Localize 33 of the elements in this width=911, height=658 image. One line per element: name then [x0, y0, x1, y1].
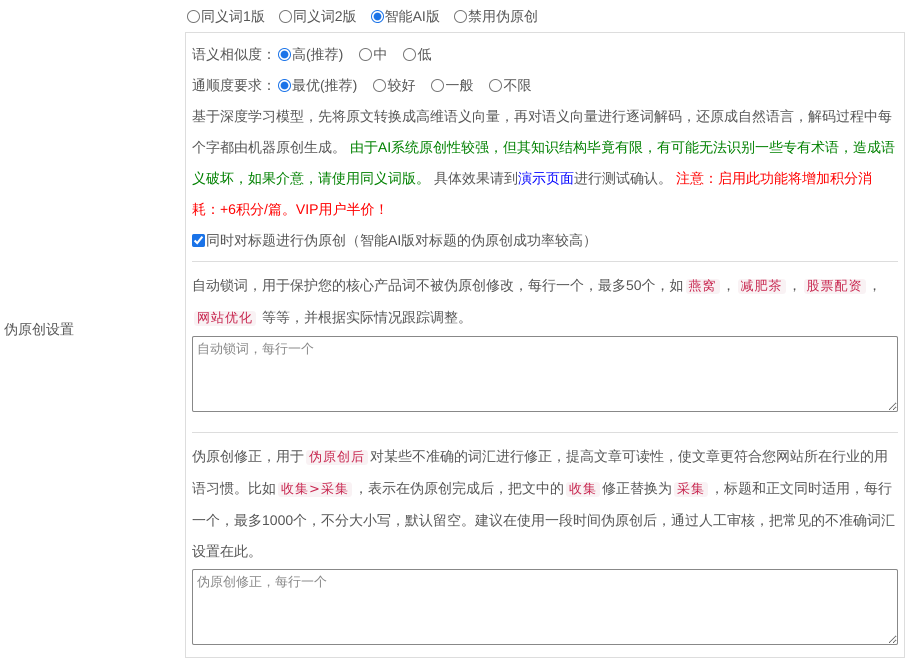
demo-page-link[interactable]: 演示页面 [518, 170, 574, 186]
corrections-description: 伪原创修正，用于 伪原创后 对某些不准确的词汇进行修正，提高文章可读性，使文章更符合您网站所在行业的用语习惯。比如 收集>采集 ，表示在伪原创完成后，把文中的 收集 修正替换为 采集 ，标题和正文同时适用，每行一个，最多1000个，不分大小写，默认留空。建议在使用一段时间伪原创后，通过人工审核，把常见的不准确词汇设置在此。 [192, 447, 896, 561]
radio-button[interactable] [373, 79, 386, 92]
section-label: 伪原创设置 [4, 320, 74, 338]
description-paragraph: 基于深度学习模型，先将原文转换成高维语义向量，再对语义向量进行逐词解码，还原成自然语言，解码过程中每个字都由机器原创生成。 由于AI系统原创性较强，但其知识结构毕竟有限，有可能无法识别一些专有术语，造成语义破坏，如果介意，请使用同义词版。 具体效果请到演示页面进行测试确认。 注意：启用此功能将增加积分消耗：+6积分/篇。VIP用户半价！ [192, 107, 896, 219]
mode-option[interactable]: 智能AI版 [370, 6, 440, 26]
mode-option[interactable]: 同义词1版 [187, 6, 265, 26]
radio-button[interactable] [431, 79, 444, 92]
corrections-field[interactable]: 伪原创修正，每行一个 [192, 569, 898, 645]
radio-button[interactable] [278, 79, 291, 92]
setting-option[interactable]: 较好 [373, 75, 416, 96]
setting-option[interactable]: 中 [359, 44, 388, 65]
radio-button[interactable] [454, 10, 467, 22]
lock-words-description: 自动锁词，用于保护您的核心产品词不被伪原创修改，每行一个，最多50个，如 燕窝 ， 减肥茶 ， 股票配资 ， 网站优化 等等，并根据实际情况跟踪调整。 [192, 276, 883, 328]
setting-option[interactable]: 不限 [489, 75, 532, 96]
setting-option[interactable]: 一般 [431, 75, 474, 96]
setting-option[interactable]: 最优(推荐) [278, 75, 358, 96]
title-checkbox-option[interactable]: 同时对标题进行伪原创（智能AI版对标题的伪原创成功率较高） [192, 225, 898, 255]
mode-option[interactable]: 同义词2版 [278, 6, 357, 26]
setting-label: 语义相似度： [192, 45, 276, 64]
radio-button[interactable] [187, 10, 200, 22]
setting-option[interactable]: 低 [403, 44, 432, 65]
lock-words-field[interactable]: 自动锁词，每行一个 [192, 336, 898, 412]
radio-button[interactable] [278, 10, 292, 22]
radio-button[interactable] [278, 48, 291, 61]
radio-button[interactable] [489, 79, 502, 92]
mode-option[interactable]: 禁用伪原创 [454, 6, 538, 26]
setting-label: 通顺度要求： [192, 76, 276, 95]
radio-button[interactable] [403, 48, 416, 61]
radio-button[interactable] [359, 48, 372, 61]
checkbox[interactable] [192, 234, 205, 246]
setting-option[interactable]: 高(推荐) [278, 44, 344, 65]
radio-button[interactable] [370, 10, 384, 22]
